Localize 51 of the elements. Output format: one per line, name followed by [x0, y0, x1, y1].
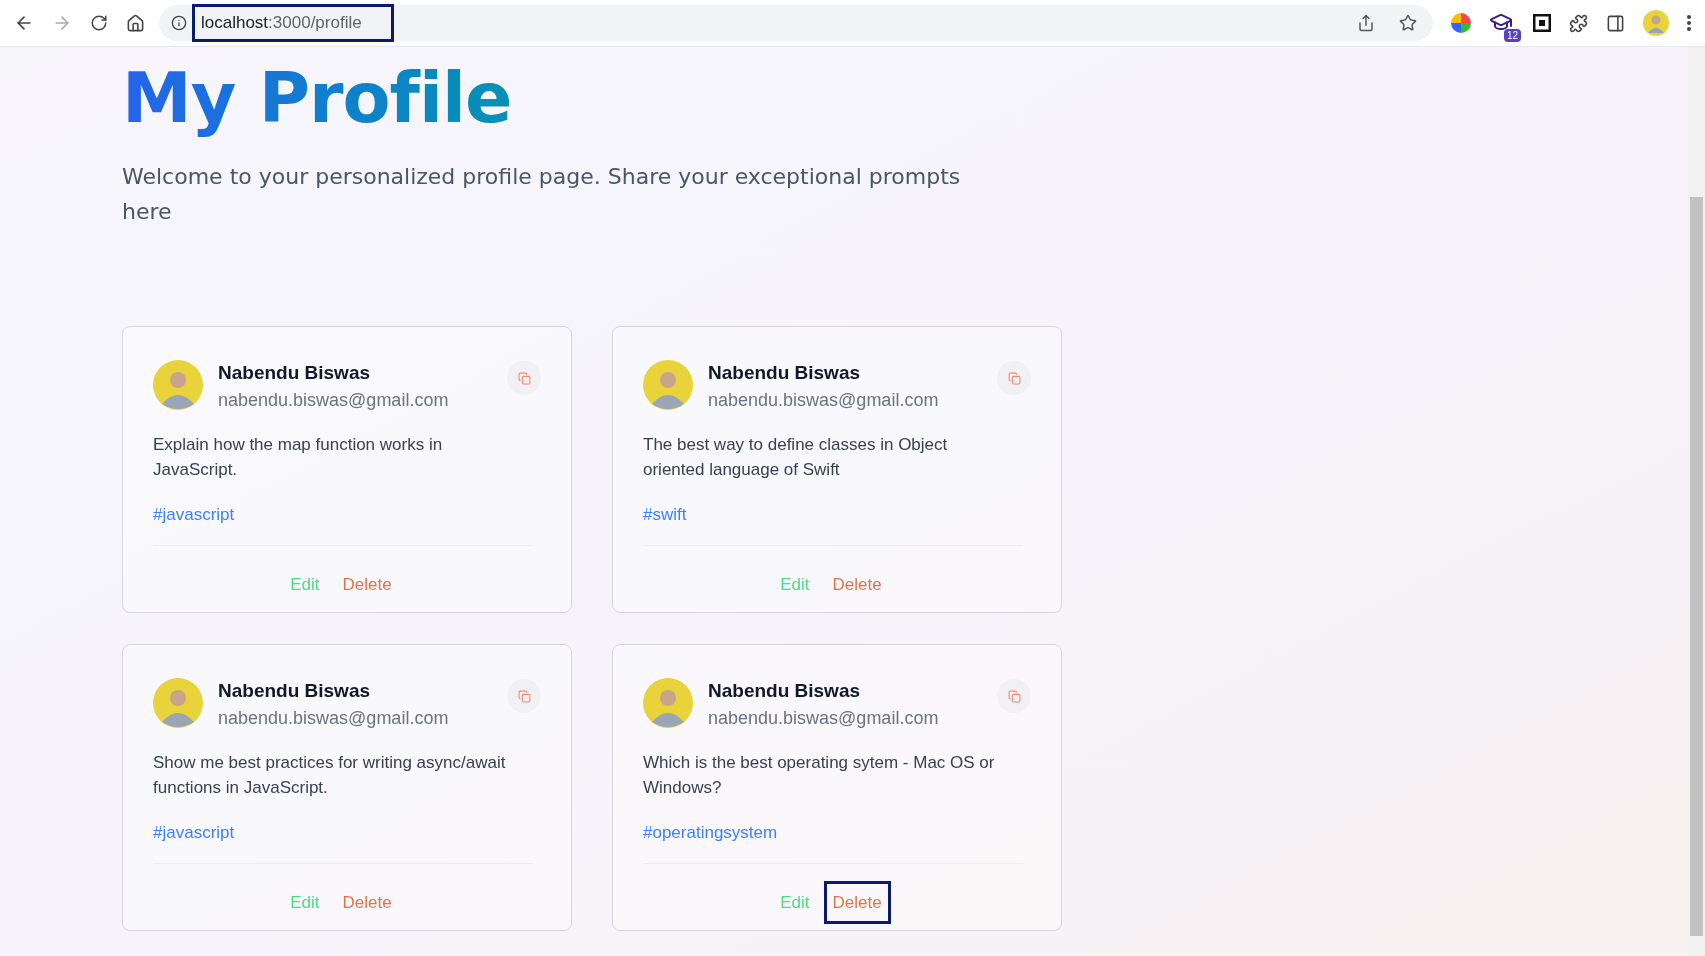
star-icon: [1399, 14, 1417, 32]
user-name: Nabendu Biswas: [708, 679, 862, 703]
reload-icon: [90, 14, 108, 32]
copy-button[interactable]: [507, 679, 541, 713]
delete-button[interactable]: Delete: [336, 883, 398, 921]
prompt-text: Explain how the map function works in JavaScript.: [153, 434, 444, 481]
user-email: nabendu.biswas@gmail.com: [218, 389, 450, 412]
delete-button[interactable]: Delete: [336, 565, 398, 603]
user-name: Nabendu Biswas: [218, 679, 372, 703]
copy-button[interactable]: [997, 679, 1031, 713]
url-field[interactable]: localhost:3000/profile: [193, 5, 393, 41]
side-panel-icon: [1606, 13, 1625, 33]
user-name: Nabendu Biswas: [218, 361, 372, 385]
prompt-text: The best way to define classes in Object oriented language of Swift: [643, 434, 949, 481]
copy-icon: [1007, 689, 1021, 703]
copy-icon: [517, 371, 531, 385]
copy-button[interactable]: [997, 361, 1031, 395]
copy-icon: [517, 689, 531, 703]
address-bar[interactable]: localhost:3000/profile: [159, 5, 1433, 41]
profile-avatar-icon[interactable]: [1643, 10, 1669, 36]
avatar: [153, 678, 203, 728]
tag-link[interactable]: #swift: [643, 502, 687, 528]
edit-button[interactable]: Edit: [778, 883, 812, 921]
tag-link[interactable]: #javascript: [153, 820, 235, 846]
tag-link[interactable]: #javascript: [153, 502, 235, 528]
user-email: nabendu.biswas@gmail.com: [708, 389, 940, 412]
avatar: [153, 360, 203, 410]
prompt-text: Which is the best operating sytem - Mac OS or Windows?: [643, 752, 996, 799]
user-email: nabendu.biswas@gmail.com: [218, 707, 450, 730]
tag-link[interactable]: #operatingsystem: [643, 820, 778, 846]
extension-badge: 12: [1503, 29, 1521, 42]
edit-button[interactable]: Edit: [778, 565, 812, 603]
delete-button[interactable]: Delete: [826, 883, 888, 921]
edit-button[interactable]: Edit: [288, 883, 322, 921]
edit-button[interactable]: Edit: [288, 565, 322, 603]
page-description: Welcome to your personalized profile page. Share your exceptional prompts here: [122, 163, 962, 226]
prompt-text: Show me best practices for writing async/await functions in JavaScript.: [153, 752, 507, 799]
scrollbar[interactable]: [1688, 47, 1705, 956]
menu-icon[interactable]: [1687, 15, 1691, 31]
avatar: [643, 678, 693, 728]
extensions-icon: [1569, 13, 1588, 33]
info-icon: [171, 15, 187, 31]
avatar: [643, 360, 693, 410]
user-email: nabendu.biswas@gmail.com: [708, 707, 940, 730]
copy-button[interactable]: [507, 361, 541, 395]
home-icon: [126, 13, 145, 33]
delete-button[interactable]: Delete: [826, 565, 888, 603]
share-icon: [1357, 14, 1375, 32]
color-wheel-icon[interactable]: [1451, 13, 1471, 33]
copy-icon: [1007, 371, 1021, 385]
user-name: Nabendu Biswas: [708, 361, 862, 385]
